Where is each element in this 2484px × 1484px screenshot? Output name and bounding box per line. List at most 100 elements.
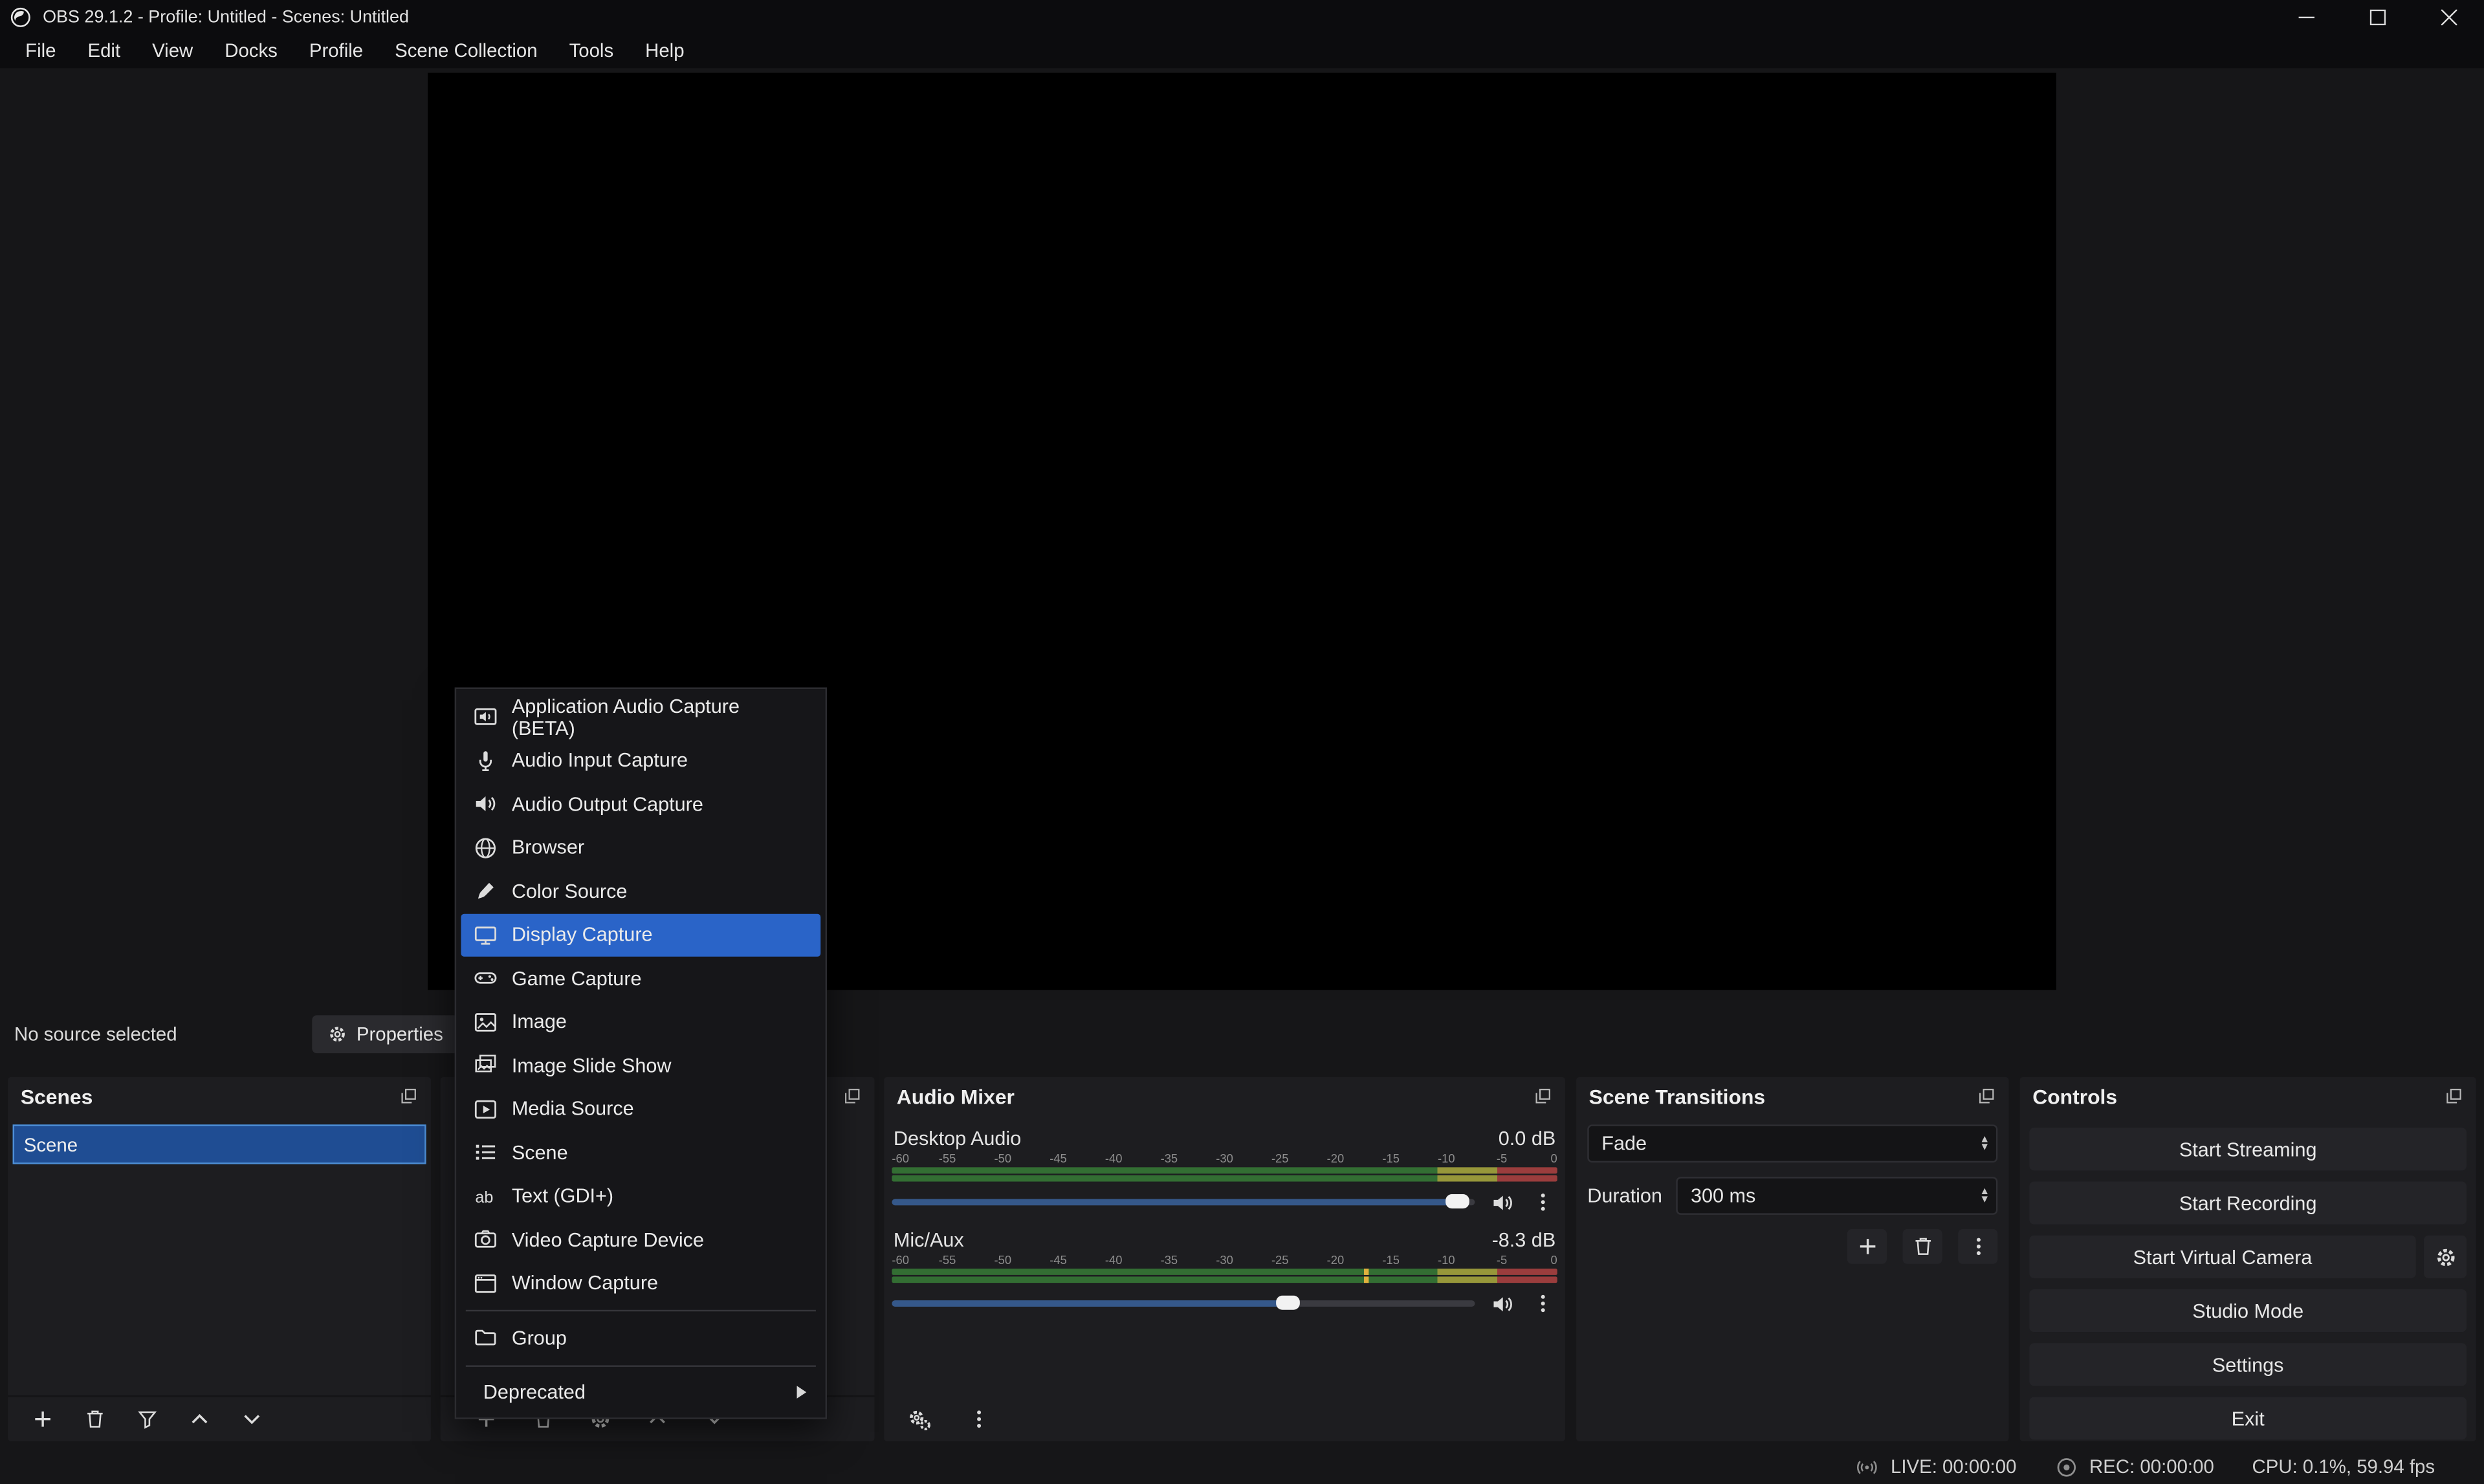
menu-tools[interactable]: Tools	[553, 35, 630, 67]
start-streaming-button[interactable]: Start Streaming	[2029, 1128, 2467, 1170]
menu-file[interactable]: File	[10, 35, 72, 67]
menu-item-video-capture-device[interactable]: Video Capture Device	[461, 1218, 820, 1261]
menu-help[interactable]: Help	[630, 35, 700, 67]
slider-handle[interactable]	[1445, 1194, 1469, 1208]
tick-label: -10	[1438, 1253, 1455, 1267]
add-source-menu: Application Audio Capture (BETA) Audio I…	[455, 688, 827, 1419]
menu-item-browser[interactable]: Browser	[461, 826, 820, 869]
menu-view[interactable]: View	[137, 35, 209, 67]
slider-fill	[892, 1199, 1457, 1205]
start-virtual-camera-button[interactable]: Start Virtual Camera	[2029, 1236, 2415, 1278]
audio-mixer-toolbar	[884, 1397, 1565, 1441]
remove-transition-button[interactable]	[1902, 1229, 1942, 1264]
volume-slider[interactable]	[892, 1199, 1475, 1205]
mixer-options-button[interactable]	[965, 1405, 993, 1434]
tick-label: -5	[1497, 1151, 1507, 1166]
menu-item-label: Display Capture	[512, 924, 653, 946]
peak-marker	[1364, 1276, 1368, 1283]
transition-select[interactable]: Fade ▲▼	[1587, 1124, 1997, 1162]
menu-item-color-source[interactable]: Color Source	[461, 869, 820, 913]
menu-item-image[interactable]: Image	[461, 1000, 820, 1043]
transition-buttons	[1587, 1229, 1997, 1264]
menu-item-scene[interactable]: Scene	[461, 1131, 820, 1174]
menu-item-application-audio-capture[interactable]: Application Audio Capture (BETA)	[461, 695, 820, 739]
menu-item-window-capture[interactable]: Window Capture	[461, 1261, 820, 1305]
settings-button[interactable]: Settings	[2029, 1343, 2467, 1386]
gear-icon	[328, 1025, 347, 1043]
tick-label: -30	[1216, 1151, 1233, 1166]
volume-slider[interactable]	[892, 1300, 1475, 1307]
window-controls	[2270, 0, 2484, 33]
scene-transitions-title: Scene Transitions	[1589, 1084, 1765, 1108]
menu-item-game-capture[interactable]: Game Capture	[461, 957, 820, 1000]
controls-body: Start Streaming Start Recording Start Vi…	[2020, 1115, 2476, 1440]
menu-docks[interactable]: Docks	[209, 35, 294, 67]
menu-item-media-source[interactable]: Media Source	[461, 1087, 820, 1131]
gear-icon	[2434, 1246, 2456, 1268]
scene-filters-button[interactable]	[133, 1405, 162, 1434]
controls-header: Controls	[2020, 1077, 2476, 1115]
remove-scene-button[interactable]	[81, 1405, 109, 1434]
menu-item-label: Audio Output Capture	[512, 793, 703, 815]
audio-settings-icon	[907, 1407, 931, 1431]
menu-item-label: Browser	[512, 836, 584, 858]
speaker-icon	[1490, 1292, 1514, 1316]
mute-button[interactable]	[1488, 1188, 1516, 1216]
start-recording-button[interactable]: Start Recording	[2029, 1181, 2467, 1224]
popout-icon[interactable]	[843, 1087, 862, 1106]
move-scene-down-button[interactable]	[237, 1405, 266, 1434]
tick-label: -15	[1382, 1253, 1400, 1267]
mixer-channel-mic-aux: Mic/Aux -8.3 dB -60 -55 -50 -45 -40 -35 …	[892, 1229, 1557, 1315]
menu-item-audio-output-capture[interactable]: Audio Output Capture	[461, 782, 820, 825]
popout-icon[interactable]	[2445, 1087, 2463, 1106]
move-scene-up-button[interactable]	[185, 1405, 214, 1434]
mute-button[interactable]	[1488, 1289, 1516, 1318]
close-button[interactable]	[2413, 0, 2484, 33]
volume-slider-row	[892, 1191, 1557, 1213]
popout-icon[interactable]	[399, 1087, 418, 1106]
menu-item-deprecated[interactable]: Deprecated	[461, 1371, 820, 1414]
tick-label: -45	[1050, 1151, 1067, 1166]
tick-label: -55	[939, 1253, 956, 1267]
channel-options-button[interactable]	[1529, 1289, 1557, 1318]
duration-spinner[interactable]: 300 ms ▲▼	[1676, 1177, 1997, 1215]
transition-options-button[interactable]	[1958, 1229, 1997, 1264]
controls-panel: Controls Start Streaming Start Recording…	[2020, 1077, 2476, 1441]
slider-handle[interactable]	[1277, 1296, 1301, 1310]
minimize-button[interactable]	[2270, 0, 2341, 33]
speaker-icon	[1490, 1190, 1514, 1214]
channel-options-button[interactable]	[1529, 1188, 1557, 1216]
menu-scene-collection[interactable]: Scene Collection	[379, 35, 553, 67]
menu-item-group[interactable]: Group	[461, 1316, 820, 1360]
minimize-icon	[2298, 8, 2313, 24]
add-scene-button[interactable]	[28, 1405, 57, 1434]
properties-label: Properties	[357, 1023, 443, 1045]
filter-icon	[137, 1408, 159, 1430]
menu-edit[interactable]: Edit	[72, 35, 137, 67]
paintbrush-icon	[474, 879, 498, 903]
maximize-button[interactable]	[2342, 0, 2413, 33]
peak-marker	[1364, 1269, 1368, 1275]
properties-button[interactable]: Properties	[312, 1015, 459, 1053]
trash-icon	[1911, 1236, 1933, 1258]
tick-label: -50	[995, 1253, 1012, 1267]
studio-mode-button[interactable]: Studio Mode	[2029, 1289, 2467, 1332]
exit-button[interactable]: Exit	[2029, 1397, 2467, 1439]
popout-icon[interactable]	[1533, 1087, 1552, 1106]
menu-item-audio-input-capture[interactable]: Audio Input Capture	[461, 739, 820, 782]
menu-item-label: Color Source	[512, 880, 628, 902]
plus-icon	[32, 1408, 54, 1430]
meter-bar	[892, 1269, 1557, 1275]
advanced-audio-properties-button[interactable]	[905, 1405, 933, 1434]
scene-list-item[interactable]: Scene	[13, 1124, 426, 1164]
tick-label: -25	[1271, 1253, 1289, 1267]
mixer-channel-desktop-audio: Desktop Audio 0.0 dB -60 -55 -50 -45 -40…	[892, 1128, 1557, 1213]
menu-item-display-capture[interactable]: Display Capture	[461, 913, 820, 956]
menu-profile[interactable]: Profile	[293, 35, 379, 67]
virtual-camera-settings-button[interactable]	[2424, 1236, 2467, 1278]
menu-item-image-slide-show[interactable]: Image Slide Show	[461, 1043, 820, 1087]
popout-icon[interactable]	[1977, 1087, 1996, 1106]
scenes-toolbar	[8, 1395, 431, 1441]
menu-item-text-gdi[interactable]: ab Text (GDI+)	[461, 1174, 820, 1217]
add-transition-button[interactable]	[1847, 1229, 1887, 1264]
